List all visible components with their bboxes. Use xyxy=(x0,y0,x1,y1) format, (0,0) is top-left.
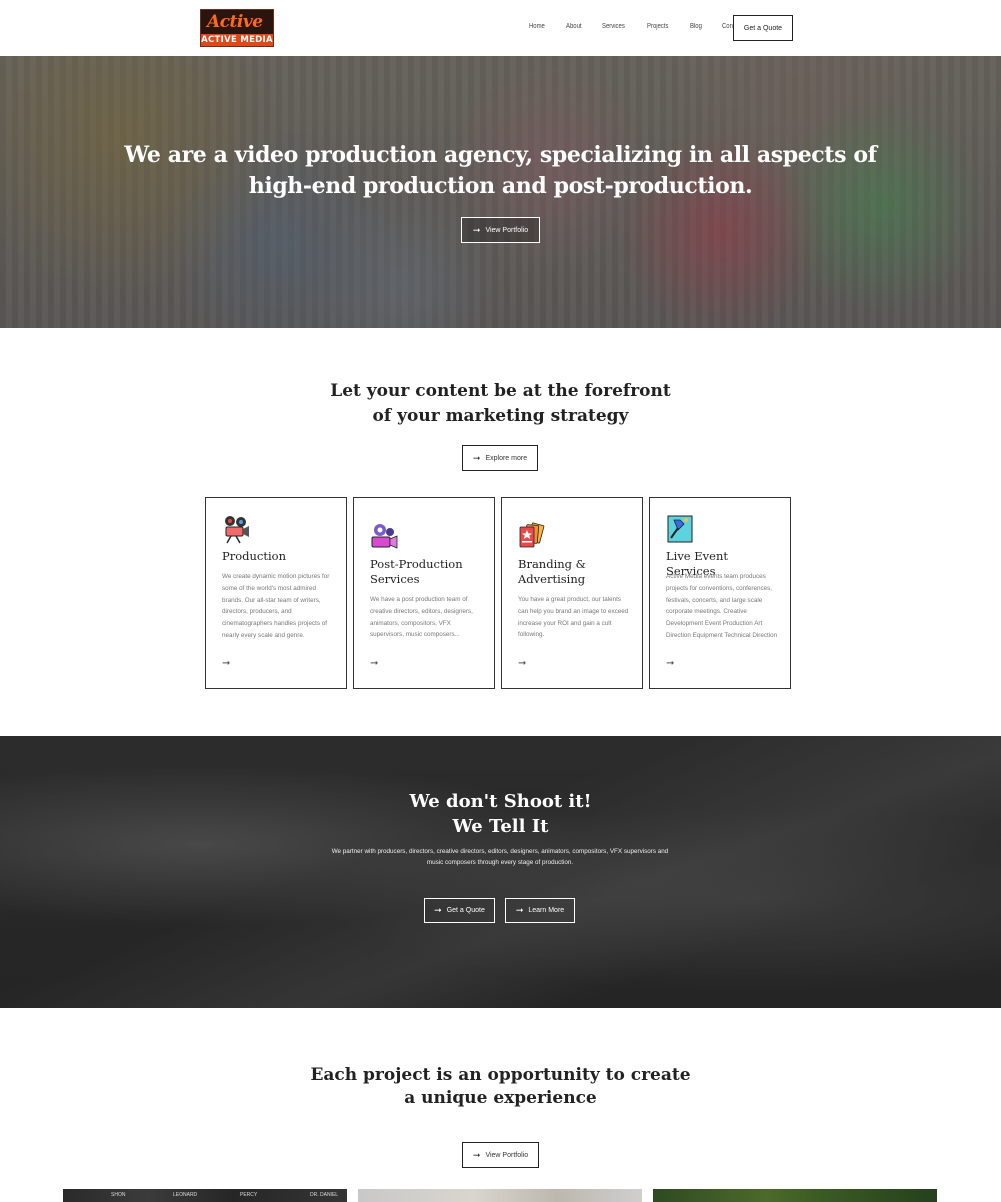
intro-title-line-1: Let your content be at the forefront xyxy=(330,381,671,401)
hero-button-label: View Portfolio xyxy=(485,226,529,234)
thumb-label: DR. DANIEL xyxy=(310,1192,339,1198)
thumb-label: SHON xyxy=(111,1192,126,1198)
tell-it-title-line-2: We Tell It xyxy=(452,816,549,837)
portfolio-thumb[interactable] xyxy=(358,1189,642,1202)
logo-wordmark: Active xyxy=(207,12,263,32)
arrow-right-icon: ➞ xyxy=(472,1149,481,1160)
service-title: Production xyxy=(222,549,286,563)
hero-banner: We are a video production agency, specia… xyxy=(0,56,1001,328)
portfolio-thumbnails: SHON LEONARD PERCY DR. DANIEL xyxy=(63,1189,937,1202)
hero-title-line-1: We are a video production agency, specia… xyxy=(124,142,877,168)
tell-it-title-line-1: We don't Shoot it! xyxy=(409,791,592,812)
brand-cards-icon xyxy=(519,522,545,548)
experience-title-line-2: a unique experience xyxy=(404,1088,597,1108)
nav-services[interactable]: Services xyxy=(602,23,625,30)
nav-about[interactable]: About xyxy=(566,23,582,30)
portfolio-thumb[interactable]: SHON LEONARD PERCY DR. DANIEL xyxy=(63,1189,347,1202)
hero-view-portfolio-button[interactable]: ➞ View Portfolio xyxy=(461,217,540,243)
learn-more-button[interactable]: ➞ Learn More xyxy=(505,898,575,923)
paint-brush-icon xyxy=(667,515,693,543)
services-grid: Production We create dynamic motion pict… xyxy=(205,497,791,689)
logo-subtitle: ACTIVE MEDIA xyxy=(201,34,273,46)
service-card-production[interactable]: Production We create dynamic motion pict… xyxy=(205,497,347,689)
nav-projects[interactable]: Projects xyxy=(647,23,669,30)
explore-button-label: Explore more xyxy=(485,454,528,462)
explore-more-button[interactable]: ➞ Explore more xyxy=(462,445,538,471)
service-description: You have a great product, our talents ca… xyxy=(518,596,629,639)
portfolio-thumb[interactable] xyxy=(653,1189,937,1202)
hero-title: We are a video production agency, specia… xyxy=(0,140,1001,202)
logo[interactable]: Active ACTIVE MEDIA xyxy=(200,9,274,47)
arrow-right-icon: ➞ xyxy=(472,452,481,463)
hero-title-line-2: high-end production and post-production. xyxy=(248,173,753,199)
view-portfolio-button[interactable]: ➞ View Portfolio xyxy=(462,1142,539,1168)
service-description: We create dynamic motion pictures for so… xyxy=(222,573,330,639)
tell-it-banner: We don't Shoot it! We Tell It We partner… xyxy=(0,736,1001,1008)
experience-title-line-1: Each project is an opportunity to create xyxy=(310,1065,691,1085)
arrow-right-icon[interactable]: ➞ xyxy=(370,658,378,669)
service-title: Post-Production Services xyxy=(370,557,463,586)
banner-quote-label: Get a Quote xyxy=(446,907,485,914)
video-camera-icon xyxy=(225,516,249,544)
main-nav: Home About Services Projects Blog Contac… xyxy=(529,23,764,30)
arrow-right-icon: ➞ xyxy=(434,905,442,915)
get-quote-button[interactable]: Get a Quote xyxy=(733,15,793,41)
service-title: Branding & Advertising xyxy=(518,557,586,586)
service-card-post-production[interactable]: Post-Production Services We have a post … xyxy=(353,497,495,689)
arrow-right-icon: ➞ xyxy=(472,224,481,235)
arrow-right-icon[interactable]: ➞ xyxy=(666,658,674,669)
intro-title: Let your content be at the forefront of … xyxy=(0,379,1001,429)
intro-title-line-2: of your marketing strategy xyxy=(372,406,629,426)
service-description: We have a post production team of creati… xyxy=(370,596,473,639)
film-camera-icon xyxy=(371,524,398,549)
arrow-right-icon[interactable]: ➞ xyxy=(518,658,526,669)
service-description: Active Media events team produces projec… xyxy=(666,573,778,639)
banner-get-quote-button[interactable]: ➞ Get a Quote xyxy=(424,898,495,923)
nav-home[interactable]: Home xyxy=(529,23,545,30)
nav-blog[interactable]: Blog xyxy=(690,23,702,30)
tell-it-description: We partner with producers, directors, cr… xyxy=(331,848,669,866)
experience-title: Each project is an opportunity to create… xyxy=(0,1064,1001,1110)
arrow-right-icon: ➞ xyxy=(515,905,524,915)
thumb-label: PERCY xyxy=(240,1192,258,1198)
site-header: Active ACTIVE MEDIA Home About Services … xyxy=(0,0,1001,56)
thumb-label: LEONARD xyxy=(173,1192,198,1198)
arrow-right-icon[interactable]: ➞ xyxy=(222,658,230,669)
service-card-branding[interactable]: Branding & Advertising You have a great … xyxy=(501,497,643,689)
service-card-live-events[interactable]: Live Event Services Active Media events … xyxy=(649,497,791,689)
tell-it-title: We don't Shoot it! We Tell It xyxy=(0,789,1001,839)
portfolio-button-label: View Portfolio xyxy=(485,1151,529,1159)
learn-more-label: Learn More xyxy=(528,907,565,914)
